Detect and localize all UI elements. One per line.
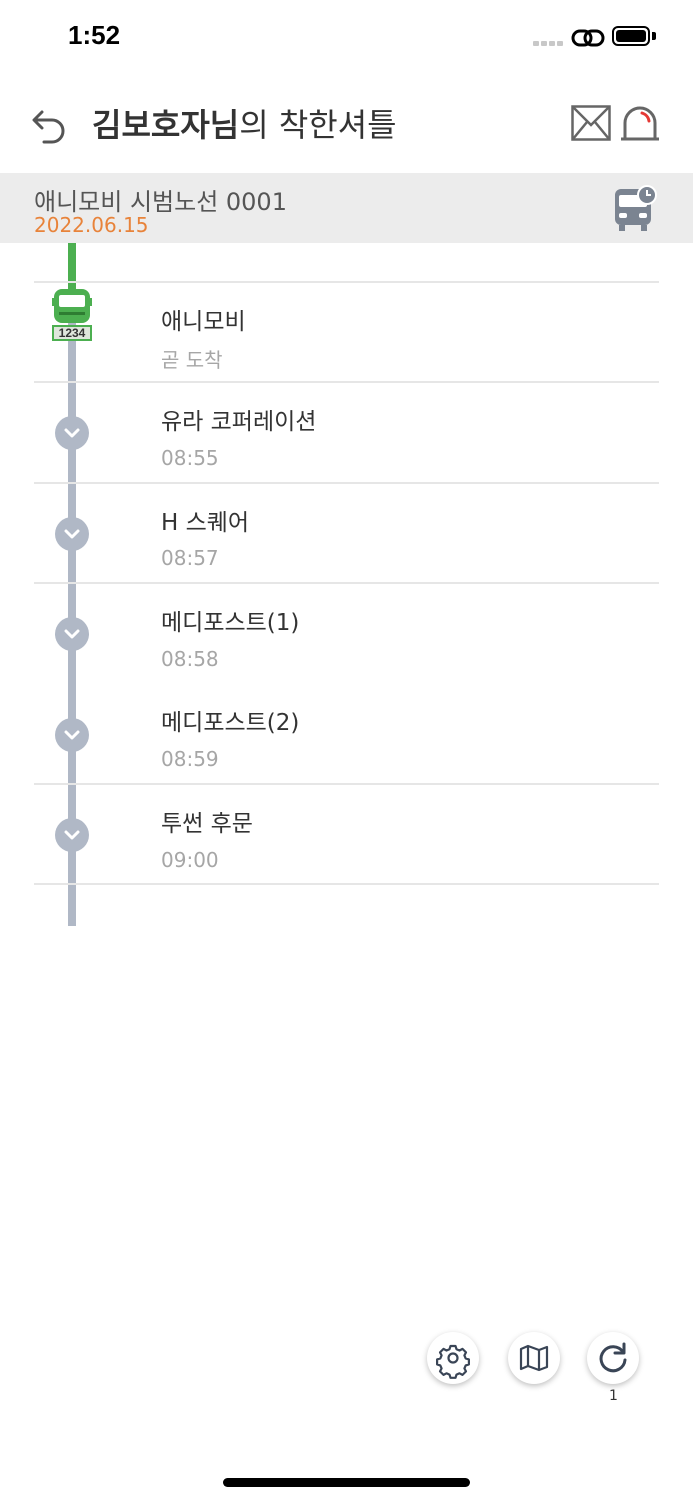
mail-icon[interactable] [571,105,611,145]
home-indicator[interactable] [223,1478,470,1487]
stop-node-icon [55,617,89,651]
stop-name[interactable]: 메디포스트(2) [161,703,299,737]
divider [34,381,659,383]
stop-name[interactable]: 유라 코퍼레이션 [161,402,316,436]
stop-eta: 08:59 [161,747,219,771]
stop-eta: 08:57 [161,546,219,570]
divider [34,582,659,584]
settings-button[interactable] [427,1332,479,1384]
divider [34,783,659,785]
link-icon [571,27,605,53]
page-title: 김보호자님의 착한셔틀 [92,100,397,146]
divider [34,883,659,885]
siren-icon[interactable] [620,104,660,146]
stop-eta: 09:00 [161,848,219,872]
bus-schedule-icon[interactable] [613,185,657,237]
map-icon [519,1344,549,1372]
route-name: 애니모비 시범노선 0001 [34,188,287,216]
stop-eta: 08:58 [161,647,219,671]
stop-node-icon [55,818,89,852]
refresh-count: 1 [609,1388,618,1404]
gear-icon [436,1344,470,1379]
stop-eta: 08:55 [161,446,219,470]
stop-name[interactable]: H 스퀘어 [161,503,249,537]
map-button[interactable] [508,1332,560,1384]
bus-number: 1234 [52,325,92,341]
title-suffix: 의 착한셔틀 [239,106,397,144]
route-date: 2022.06.15 [34,213,149,237]
traveled-line [68,243,76,293]
refresh-button[interactable] [587,1332,639,1384]
stop-name[interactable]: 투썬 후문 [161,804,253,838]
status-time: 1:52 [68,20,121,50]
stop-node-icon [55,517,89,551]
stop-node-icon [55,718,89,752]
refresh-icon [599,1342,627,1373]
battery-tip [652,32,656,40]
divider [34,482,659,484]
divider [34,281,659,283]
signal-icon [533,41,565,47]
back-icon[interactable] [30,104,70,148]
title-user: 김보호자님 [92,106,240,144]
battery-icon [612,26,650,46]
stop-name[interactable]: 애니모비 [161,302,246,336]
stop-eta: 곧 도착 [161,348,223,372]
stop-name[interactable]: 메디포스트(1) [161,603,299,637]
stop-node-icon [55,416,89,450]
